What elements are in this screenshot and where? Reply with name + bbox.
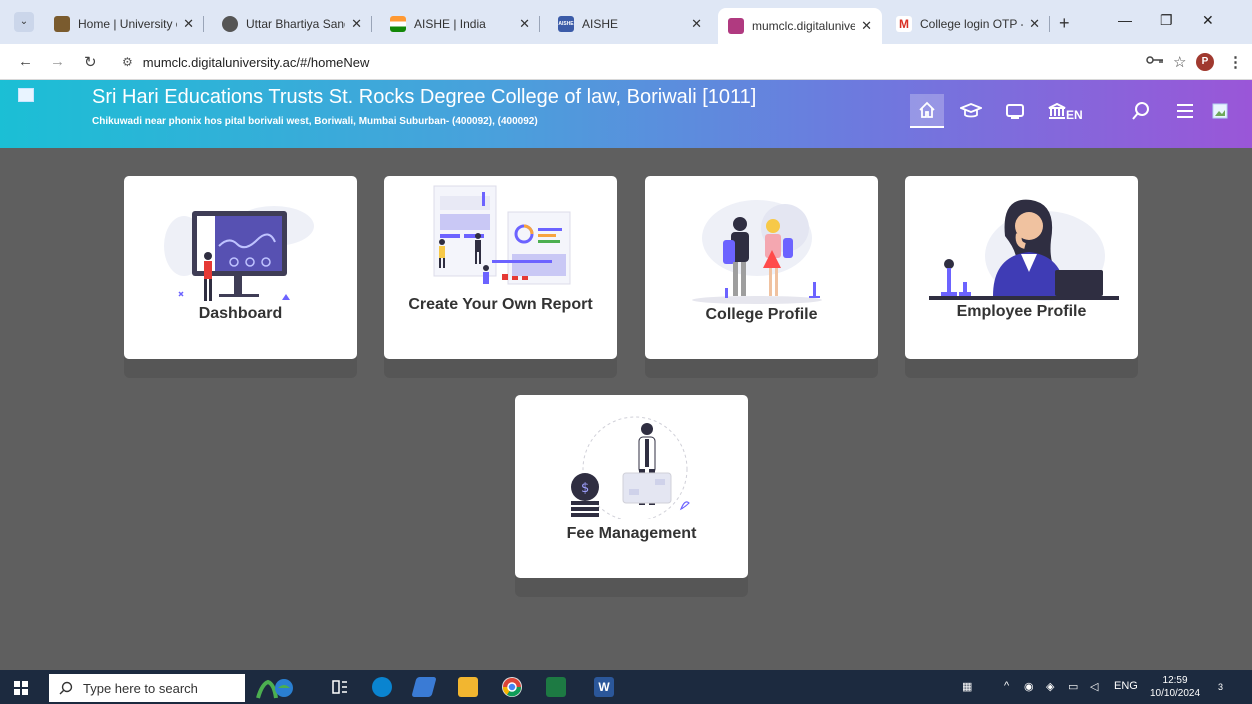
close-tab-icon[interactable]: ✕ [183, 16, 194, 32]
windows-start-icon[interactable] [14, 681, 28, 695]
url-field[interactable]: ⚙ mumclc.digitaluniversity.ac/#/homeNew [112, 49, 1122, 75]
college-name: Sri Hari Educations Trusts St. Rocks Deg… [92, 86, 757, 108]
broken-logo-image [18, 88, 34, 102]
edge-browser-icon[interactable] [372, 677, 392, 697]
tab-title: College login OTP - s [920, 17, 1024, 31]
browser-tab[interactable]: AISHE | India ✕ [380, 8, 540, 40]
college-profile-illustration-icon [692, 200, 822, 304]
taskbar-search-input[interactable]: Type here to search [49, 674, 245, 702]
card-body: Create Your Own Report [384, 176, 617, 359]
volume-muted-icon[interactable]: ◁ [1090, 680, 1098, 693]
aishe-favicon-icon: AISHE [558, 16, 574, 32]
dashboard-card[interactable]: Dashboard [124, 176, 357, 378]
card-label: Employee Profile [956, 303, 1087, 320]
awareness-ribbon-icon[interactable] [254, 676, 296, 700]
url-text: mumclc.digitaluniversity.ac/#/homeNew [142, 54, 370, 70]
fee-management-card[interactable]: $ Fee Management [515, 395, 748, 597]
globe-favicon-icon [222, 16, 238, 32]
restore-icon[interactable]: ❐ [1160, 12, 1173, 29]
app-header: Sri Hari Educations Trusts St. Rocks Deg… [0, 80, 1252, 148]
browser-tab[interactable]: AISHE AISHE ✕ [548, 8, 712, 40]
tray-shield-icon[interactable]: ◈ [1046, 680, 1054, 693]
card-label: Dashboard [198, 305, 283, 322]
reload-icon[interactable]: ↻ [84, 53, 97, 71]
word-app-icon[interactable]: W [594, 677, 614, 697]
close-tab-icon[interactable]: ✕ [1029, 16, 1040, 32]
tab-title: mumclc.digitaluniver [752, 19, 856, 33]
file-explorer-icon[interactable] [458, 677, 478, 697]
card-body: $ Fee Management [515, 395, 748, 578]
notification-count-badge: 3 [1218, 682, 1224, 692]
browser-tab[interactable]: M College login OTP - s ✕ [886, 8, 1050, 40]
browser-menu-icon[interactable]: ⋮ [1228, 53, 1243, 71]
close-tab-icon[interactable]: ✕ [861, 18, 872, 34]
home-icon[interactable] [910, 94, 944, 128]
tab-search-button[interactable]: ⌄ [14, 12, 34, 32]
language-indicator[interactable]: ENG [1114, 680, 1138, 692]
graduation-cap-icon[interactable] [954, 94, 988, 128]
search-icon [59, 681, 73, 695]
language-selector[interactable]: EN [1066, 108, 1083, 122]
close-tab-icon[interactable]: ✕ [351, 16, 362, 32]
task-view-icon[interactable] [330, 677, 350, 697]
browser-tab-strip: ⌄ Home | University of ✕ Uttar Bhartiya … [0, 0, 1252, 44]
forward-arrow-icon[interactable]: → [50, 53, 65, 70]
system-clock[interactable]: 12:59 10/10/2024 [1150, 674, 1200, 700]
card-body: Employee Profile [905, 176, 1138, 359]
card-label: College Profile [705, 306, 818, 323]
clock-date: 10/10/2024 [1150, 688, 1201, 699]
search-icon[interactable] [1124, 94, 1158, 128]
browser-tab-active[interactable]: mumclc.digitaluniver ✕ [718, 8, 882, 44]
gmail-favicon-icon: M [896, 16, 912, 32]
os-taskbar: Type here to search W ▦ ^ ◉ ◈ ▭ ◁ ENG 12… [0, 670, 1252, 704]
close-tab-icon[interactable]: ✕ [519, 16, 530, 32]
tab-title: AISHE | India [414, 17, 486, 31]
employee-profile-illustration-icon [929, 199, 1119, 301]
excel-app-icon[interactable] [546, 677, 566, 697]
bookmark-star-icon[interactable]: ☆ [1173, 53, 1186, 71]
dashboard-illustration-icon [164, 206, 314, 301]
password-key-icon[interactable] [1146, 53, 1164, 70]
college-profile-card[interactable]: College Profile [645, 176, 878, 378]
browser-tab[interactable]: Uttar Bhartiya Sangh ✕ [212, 8, 372, 40]
card-label: Create Your Own Report [408, 296, 593, 313]
svg-text:$: $ [581, 481, 589, 496]
notification-center-icon[interactable]: 3 [1218, 678, 1223, 693]
tray-overflow-chevron-icon[interactable]: ^ [1004, 680, 1009, 692]
browser-tab[interactable]: Home | University of ✕ [44, 8, 204, 40]
fee-management-illustration-icon: $ [571, 416, 690, 519]
widgets-icon[interactable]: ▦ [962, 680, 972, 693]
close-tab-icon[interactable]: ✕ [691, 16, 702, 32]
close-window-icon[interactable]: ✕ [1202, 12, 1214, 29]
notes-app-icon[interactable] [411, 677, 437, 697]
profile-avatar[interactable]: P [1196, 53, 1214, 71]
employee-profile-card[interactable]: Employee Profile [905, 176, 1138, 378]
card-body: College Profile [645, 176, 878, 359]
search-placeholder: Type here to search [83, 680, 198, 696]
network-icon[interactable]: ▭ [1068, 680, 1078, 693]
report-illustration-icon [433, 185, 571, 285]
digital-university-favicon-icon [728, 18, 744, 34]
clock-time: 12:59 [1162, 675, 1188, 686]
university-favicon-icon [54, 16, 70, 32]
chrome-browser-icon[interactable] [502, 677, 522, 697]
site-info-icon[interactable]: ⚙ [122, 55, 133, 69]
back-arrow-icon[interactable]: ← [18, 53, 33, 70]
card-body: Dashboard [124, 176, 357, 359]
tab-title: Home | University of [78, 17, 178, 31]
college-address: Chikuwadi near phonix hos pital borivali… [92, 116, 538, 127]
tray-app-icon[interactable]: ◉ [1024, 680, 1034, 693]
user-avatar[interactable] [1208, 94, 1232, 128]
create-report-card[interactable]: Create Your Own Report [384, 176, 617, 378]
menu-icon[interactable] [1168, 94, 1202, 128]
tab-title: Uttar Bhartiya Sangh [246, 17, 345, 31]
tab-title: AISHE [582, 17, 619, 31]
india-flag-favicon-icon [390, 16, 406, 32]
new-tab-button[interactable]: + [1059, 13, 1070, 34]
monitor-icon[interactable] [998, 94, 1032, 128]
address-bar: ← → ↻ ⚙ mumclc.digitaluniversity.ac/#/ho… [0, 44, 1252, 80]
card-label: Fee Management [566, 525, 697, 542]
minimize-icon[interactable]: — [1118, 12, 1132, 28]
